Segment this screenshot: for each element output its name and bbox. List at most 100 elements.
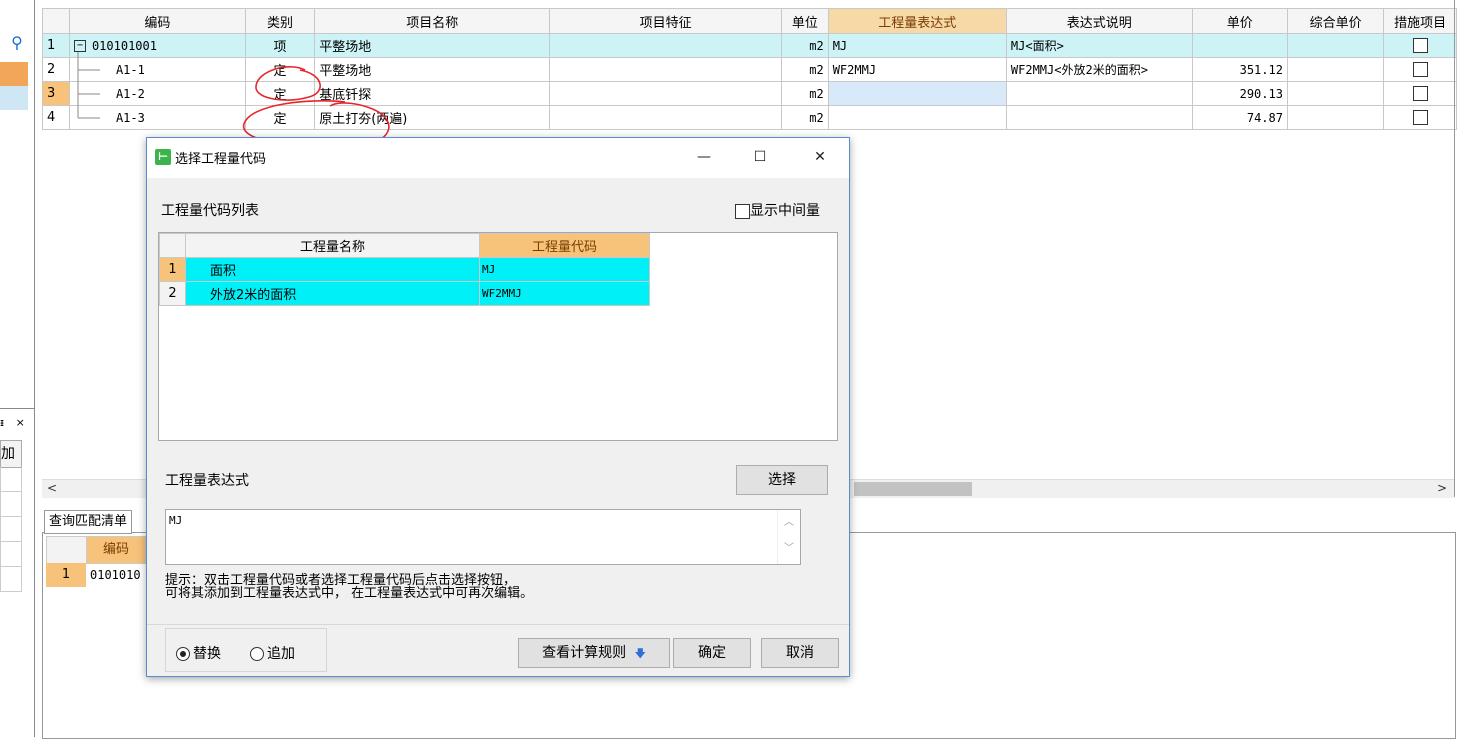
measure-checkbox[interactable] [1412, 38, 1428, 53]
mini-tab-bar: ᵻ × [0, 416, 34, 434]
expression-cell[interactable] [827, 105, 1007, 130]
quantity-code-cell[interactable]: WF2MMJ [479, 281, 650, 306]
row-number: 1 [159, 257, 186, 282]
scroll-right-arrow-icon[interactable]: > [1434, 479, 1450, 497]
mini-table-row[interactable] [0, 542, 22, 567]
expression-cell[interactable]: MJ [827, 33, 1007, 58]
quantity-name-cell[interactable]: 面积 [185, 257, 480, 282]
price-cell[interactable] [1191, 33, 1288, 58]
show-intermediate-label: 显示中间量 [750, 203, 820, 219]
code-list-table: 工程量名称 工程量代码 1 面积 MJ 2 外放2米的面积 WF2MMJ [158, 232, 838, 441]
close-icon[interactable]: ✕ [805, 146, 835, 168]
view-calc-rules-button[interactable]: 查看计算规则 🡇 [518, 638, 670, 668]
measure-checkbox-cell[interactable] [1383, 33, 1457, 58]
total-price-cell[interactable] [1286, 33, 1385, 58]
measure-checkbox-cell[interactable] [1383, 105, 1457, 130]
total-price-cell[interactable] [1286, 57, 1385, 82]
measure-checkbox-cell[interactable] [1383, 81, 1457, 106]
expression-cell[interactable] [827, 81, 1007, 106]
app-icon: ⊢ [155, 149, 171, 165]
price-cell[interactable]: 74.87 [1191, 105, 1288, 130]
scrollbar-thumb[interactable] [854, 482, 972, 496]
quantity-code-cell[interactable]: MJ [479, 257, 650, 282]
measure-checkbox[interactable] [1412, 86, 1428, 101]
feature-cell[interactable] [549, 33, 782, 58]
unit-cell[interactable]: m2 [780, 105, 829, 130]
expression-cell[interactable]: WF2MMJ [827, 57, 1007, 82]
scroll-left-arrow-icon[interactable]: < [44, 479, 60, 497]
measure-checkbox-cell[interactable] [1383, 57, 1457, 82]
dialog-title: 选择工程量代码 [175, 152, 267, 167]
column-header-code[interactable]: 编码 [86, 536, 146, 564]
unit-cell[interactable]: m2 [780, 81, 829, 106]
table-header-row: 工程量名称 工程量代码 [159, 233, 650, 258]
radio-replace[interactable]: 替换 [176, 643, 221, 663]
close-icon[interactable]: × [16, 416, 25, 429]
radio-append[interactable]: 追加 [250, 643, 295, 663]
column-header-quantity-name[interactable]: 工程量名称 [185, 233, 480, 258]
minimize-icon[interactable]: — [689, 146, 719, 168]
ok-button[interactable]: 确定 [673, 638, 751, 668]
column-header-measure[interactable]: 措施项目 [1383, 8, 1457, 34]
measure-checkbox[interactable] [1412, 110, 1428, 125]
column-header-price[interactable]: 单价 [1191, 8, 1288, 34]
price-cell[interactable]: 290.13 [1191, 81, 1288, 106]
price-cell[interactable]: 351.12 [1191, 57, 1288, 82]
column-header-feature[interactable]: 项目特征 [549, 8, 782, 34]
row-number-header [46, 536, 88, 564]
table-row[interactable]: 1 面积 MJ [159, 257, 650, 282]
maximize-icon[interactable]: ☐ [745, 146, 775, 168]
lower-table-header: 编码 [46, 536, 146, 564]
row-number: 1 [46, 563, 86, 587]
code-cell[interactable]: 0101010 [90, 563, 146, 587]
checkbox-icon[interactable] [735, 203, 750, 219]
scroll-down-icon[interactable]: ﹀ [778, 536, 800, 562]
mini-table-row[interactable] [0, 492, 22, 517]
select-quantity-code-dialog: ⊢ 选择工程量代码 — ☐ ✕ 工程量代码列表 显示中间量 工程量名称 工程量代… [146, 137, 850, 677]
hint-text: 提示：双击工程量代码或者选择工程量代码后点击选择按钮， 可将其添加到工程量表达式… [165, 574, 533, 600]
expression-textarea[interactable]: MJ ︿ ﹀ [165, 509, 801, 565]
tab-query-match[interactable]: 查询匹配清单 [44, 510, 133, 534]
total-price-cell[interactable] [1286, 81, 1385, 106]
column-header-expression-desc[interactable]: 表达式说明 [1005, 8, 1193, 34]
quantity-name-cell[interactable]: 外放2米的面积 [185, 281, 480, 306]
mini-table-row[interactable] [0, 517, 22, 542]
hint-line-2: 可将其添加到工程量表达式中， 在工程量表达式中可再次编辑。 [165, 586, 534, 601]
expression-desc-cell[interactable] [1005, 81, 1193, 106]
arrow-down-icon: 🡇 [634, 647, 646, 660]
unit-cell[interactable]: m2 [780, 57, 829, 82]
row-number-header [159, 233, 186, 258]
expression-label: 工程量表达式 [165, 473, 249, 489]
column-header-expression[interactable]: 工程量表达式 [827, 8, 1007, 34]
expression-desc-cell[interactable]: WF2MMJ<外放2米的面积> [1005, 57, 1193, 82]
divider [0, 408, 34, 409]
scroll-up-icon[interactable]: ︿ [778, 510, 800, 536]
red-annotation [243, 66, 390, 148]
expression-desc-cell[interactable] [1005, 105, 1193, 130]
column-header-unit[interactable]: 单位 [780, 8, 829, 34]
table-row[interactable]: 2 外放2米的面积 WF2MMJ [159, 281, 650, 306]
column-header-total-price[interactable]: 综合单价 [1286, 8, 1385, 34]
column-header-quantity-code[interactable]: 工程量代码 [479, 233, 650, 258]
measure-checkbox[interactable] [1412, 62, 1428, 77]
mini-table-row[interactable] [0, 567, 22, 592]
total-price-cell[interactable] [1286, 105, 1385, 130]
pin-icon[interactable]: ᵻ [0, 416, 4, 429]
table-row[interactable]: 1 0101010 [46, 563, 146, 587]
feature-cell[interactable] [549, 105, 782, 130]
radio-replace-label: 替换 [193, 646, 221, 662]
radio-selected-icon[interactable] [176, 647, 190, 661]
code-list-label: 工程量代码列表 [161, 203, 259, 219]
show-intermediate-checkbox[interactable]: 显示中间量 [735, 200, 820, 220]
insert-mode-group: 替换 追加 [165, 628, 327, 672]
radio-icon[interactable] [250, 647, 264, 661]
unit-cell[interactable]: m2 [780, 33, 829, 58]
mini-table-row[interactable] [0, 467, 22, 492]
row-number: 2 [159, 281, 186, 306]
cancel-button[interactable]: 取消 [761, 638, 839, 668]
textarea-scrollbar[interactable]: ︿ ﹀ [777, 510, 800, 564]
feature-cell[interactable] [549, 57, 782, 82]
select-button[interactable]: 选择 [736, 465, 828, 495]
feature-cell[interactable] [549, 81, 782, 106]
expression-desc-cell[interactable]: MJ<面积> [1005, 33, 1193, 58]
